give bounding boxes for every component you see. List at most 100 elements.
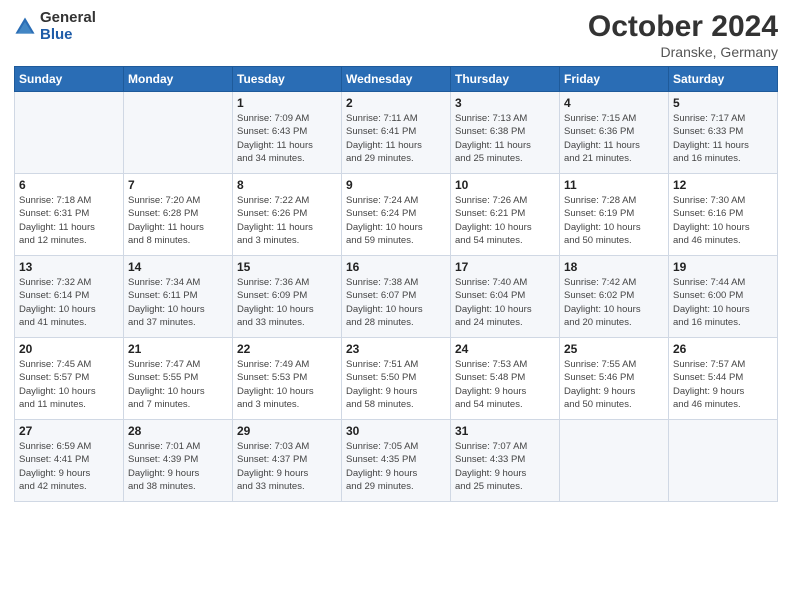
day-number: 11 (564, 178, 664, 192)
table-row: 4Sunrise: 7:15 AM Sunset: 6:36 PM Daylig… (560, 92, 669, 174)
table-row: 16 Sunrise: 7:38 AM Sunset: 6:07 PM Dayli… (342, 256, 451, 338)
day-number: 5 (673, 96, 773, 110)
day-number: 24 (455, 342, 555, 356)
day-number: 3 (455, 96, 555, 110)
table-row: 21Sunrise: 7:47 AM Sunset: 5:55 PM Dayli… (124, 338, 233, 420)
table-row: 1 Sunrise: 7:09 AM Sunset: 6:43 PM Daylig… (233, 92, 342, 174)
day-number: 7 (128, 178, 228, 192)
table-row (560, 420, 669, 502)
day-info: Sunrise: 7:44 AM Sunset: 6:00 PM Dayligh… (673, 276, 773, 329)
logo-text: General Blue (40, 10, 96, 43)
table-row: 7 Sunrise: 7:20 AM Sunset: 6:28 PM Daylig… (124, 174, 233, 256)
day-number: 14 (128, 260, 228, 274)
day-info: Sunrise: 7:13 AM Sunset: 6:38 PM Dayligh… (455, 112, 555, 165)
title-block: October 2024 Dranske, Germany (588, 10, 778, 60)
day-number: 15 (237, 260, 337, 274)
logo: General Blue (14, 10, 96, 43)
day-number: 18 (564, 260, 664, 274)
calendar-header-row: Sunday Monday Tuesday Wednesday Thursday… (15, 67, 778, 92)
table-row: 8Sunrise: 7:22 AM Sunset: 6:26 PM Daylig… (233, 174, 342, 256)
day-number: 13 (19, 260, 119, 274)
day-info: Sunrise: 7:55 AM Sunset: 5:46 PM Dayligh… (564, 358, 664, 411)
day-info: Sunrise: 7:05 AM Sunset: 4:35 PM Dayligh… (346, 440, 446, 493)
logo-general-text: General (40, 10, 96, 27)
page-container: General Blue October 2024 Dranske, Germa… (0, 0, 792, 512)
day-number: 28 (128, 424, 228, 438)
day-number: 4 (564, 96, 664, 110)
day-number: 23 (346, 342, 446, 356)
table-row: 11 Sunrise: 7:28 AM Sunset: 6:19 PM Dayli… (560, 174, 669, 256)
table-row: 25Sunrise: 7:55 AM Sunset: 5:46 PM Dayli… (560, 338, 669, 420)
table-row: 23 Sunrise: 7:51 AM Sunset: 5:50 PM Dayli… (342, 338, 451, 420)
day-info: Sunrise: 7:18 AM Sunset: 6:31 PM Dayligh… (19, 194, 119, 247)
day-number: 26 (673, 342, 773, 356)
day-number: 9 (346, 178, 446, 192)
calendar-week-row: 27Sunrise: 6:59 AM Sunset: 4:41 PM Dayli… (15, 420, 778, 502)
day-info: Sunrise: 7:51 AM Sunset: 5:50 PM Dayligh… (346, 358, 446, 411)
calendar-table: Sunday Monday Tuesday Wednesday Thursday… (14, 66, 778, 502)
day-info: Sunrise: 7:26 AM Sunset: 6:21 PM Dayligh… (455, 194, 555, 247)
day-info: Sunrise: 7:53 AM Sunset: 5:48 PM Dayligh… (455, 358, 555, 411)
day-info: Sunrise: 7:20 AM Sunset: 6:28 PM Dayligh… (128, 194, 228, 247)
table-row: 9 Sunrise: 7:24 AM Sunset: 6:24 PM Daylig… (342, 174, 451, 256)
day-number: 2 (346, 96, 446, 110)
month-title: October 2024 (588, 10, 778, 44)
day-info: Sunrise: 7:24 AM Sunset: 6:24 PM Dayligh… (346, 194, 446, 247)
header-thursday: Thursday (451, 67, 560, 92)
day-info: Sunrise: 7:45 AM Sunset: 5:57 PM Dayligh… (19, 358, 119, 411)
day-number: 27 (19, 424, 119, 438)
calendar-week-row: 6 Sunrise: 7:18 AM Sunset: 6:31 PM Daylig… (15, 174, 778, 256)
table-row: 12 Sunrise: 7:30 AM Sunset: 6:16 PM Dayli… (669, 174, 778, 256)
day-info: Sunrise: 7:40 AM Sunset: 6:04 PM Dayligh… (455, 276, 555, 329)
page-header: General Blue October 2024 Dranske, Germa… (14, 10, 778, 60)
table-row (124, 92, 233, 174)
table-row: 10 Sunrise: 7:26 AM Sunset: 6:21 PM Dayli… (451, 174, 560, 256)
day-info: Sunrise: 7:38 AM Sunset: 6:07 PM Dayligh… (346, 276, 446, 329)
table-row: 15 Sunrise: 7:36 AM Sunset: 6:09 PM Dayli… (233, 256, 342, 338)
day-info: Sunrise: 7:34 AM Sunset: 6:11 PM Dayligh… (128, 276, 228, 329)
day-number: 6 (19, 178, 119, 192)
day-number: 12 (673, 178, 773, 192)
table-row: 18 Sunrise: 7:42 AM Sunset: 6:02 PM Dayli… (560, 256, 669, 338)
day-number: 10 (455, 178, 555, 192)
day-info: Sunrise: 7:11 AM Sunset: 6:41 PM Dayligh… (346, 112, 446, 165)
day-info: Sunrise: 7:09 AM Sunset: 6:43 PM Dayligh… (237, 112, 337, 165)
day-number: 29 (237, 424, 337, 438)
day-number: 21 (128, 342, 228, 356)
calendar-week-row: 13Sunrise: 7:32 AM Sunset: 6:14 PM Dayli… (15, 256, 778, 338)
day-info: Sunrise: 7:30 AM Sunset: 6:16 PM Dayligh… (673, 194, 773, 247)
day-info: Sunrise: 7:49 AM Sunset: 5:53 PM Dayligh… (237, 358, 337, 411)
header-tuesday: Tuesday (233, 67, 342, 92)
header-friday: Friday (560, 67, 669, 92)
day-number: 16 (346, 260, 446, 274)
day-number: 30 (346, 424, 446, 438)
table-row: 29 Sunrise: 7:03 AM Sunset: 4:37 PM Dayli… (233, 420, 342, 502)
day-info: Sunrise: 7:28 AM Sunset: 6:19 PM Dayligh… (564, 194, 664, 247)
table-row: 24 Sunrise: 7:53 AM Sunset: 5:48 PM Dayli… (451, 338, 560, 420)
day-info: Sunrise: 7:57 AM Sunset: 5:44 PM Dayligh… (673, 358, 773, 411)
day-number: 31 (455, 424, 555, 438)
table-row: 31 Sunrise: 7:07 AM Sunset: 4:33 PM Dayli… (451, 420, 560, 502)
table-row: 17 Sunrise: 7:40 AM Sunset: 6:04 PM Dayli… (451, 256, 560, 338)
table-row: 26 Sunrise: 7:57 AM Sunset: 5:44 PM Dayli… (669, 338, 778, 420)
logo-icon (14, 16, 36, 38)
day-info: Sunrise: 7:22 AM Sunset: 6:26 PM Dayligh… (237, 194, 337, 247)
day-number: 22 (237, 342, 337, 356)
day-info: Sunrise: 7:03 AM Sunset: 4:37 PM Dayligh… (237, 440, 337, 493)
header-sunday: Sunday (15, 67, 124, 92)
table-row: 28 Sunrise: 7:01 AM Sunset: 4:39 PM Dayli… (124, 420, 233, 502)
header-monday: Monday (124, 67, 233, 92)
table-row: 13Sunrise: 7:32 AM Sunset: 6:14 PM Dayli… (15, 256, 124, 338)
calendar-week-row: 1 Sunrise: 7:09 AM Sunset: 6:43 PM Daylig… (15, 92, 778, 174)
day-number: 1 (237, 96, 337, 110)
table-row: 2 Sunrise: 7:11 AM Sunset: 6:41 PM Daylig… (342, 92, 451, 174)
day-number: 17 (455, 260, 555, 274)
day-info: Sunrise: 7:07 AM Sunset: 4:33 PM Dayligh… (455, 440, 555, 493)
day-info: Sunrise: 7:01 AM Sunset: 4:39 PM Dayligh… (128, 440, 228, 493)
day-info: Sunrise: 7:36 AM Sunset: 6:09 PM Dayligh… (237, 276, 337, 329)
logo-blue-text: Blue (40, 27, 96, 44)
day-info: Sunrise: 7:42 AM Sunset: 6:02 PM Dayligh… (564, 276, 664, 329)
day-number: 20 (19, 342, 119, 356)
table-row: 14 Sunrise: 7:34 AM Sunset: 6:11 PM Dayli… (124, 256, 233, 338)
header-wednesday: Wednesday (342, 67, 451, 92)
